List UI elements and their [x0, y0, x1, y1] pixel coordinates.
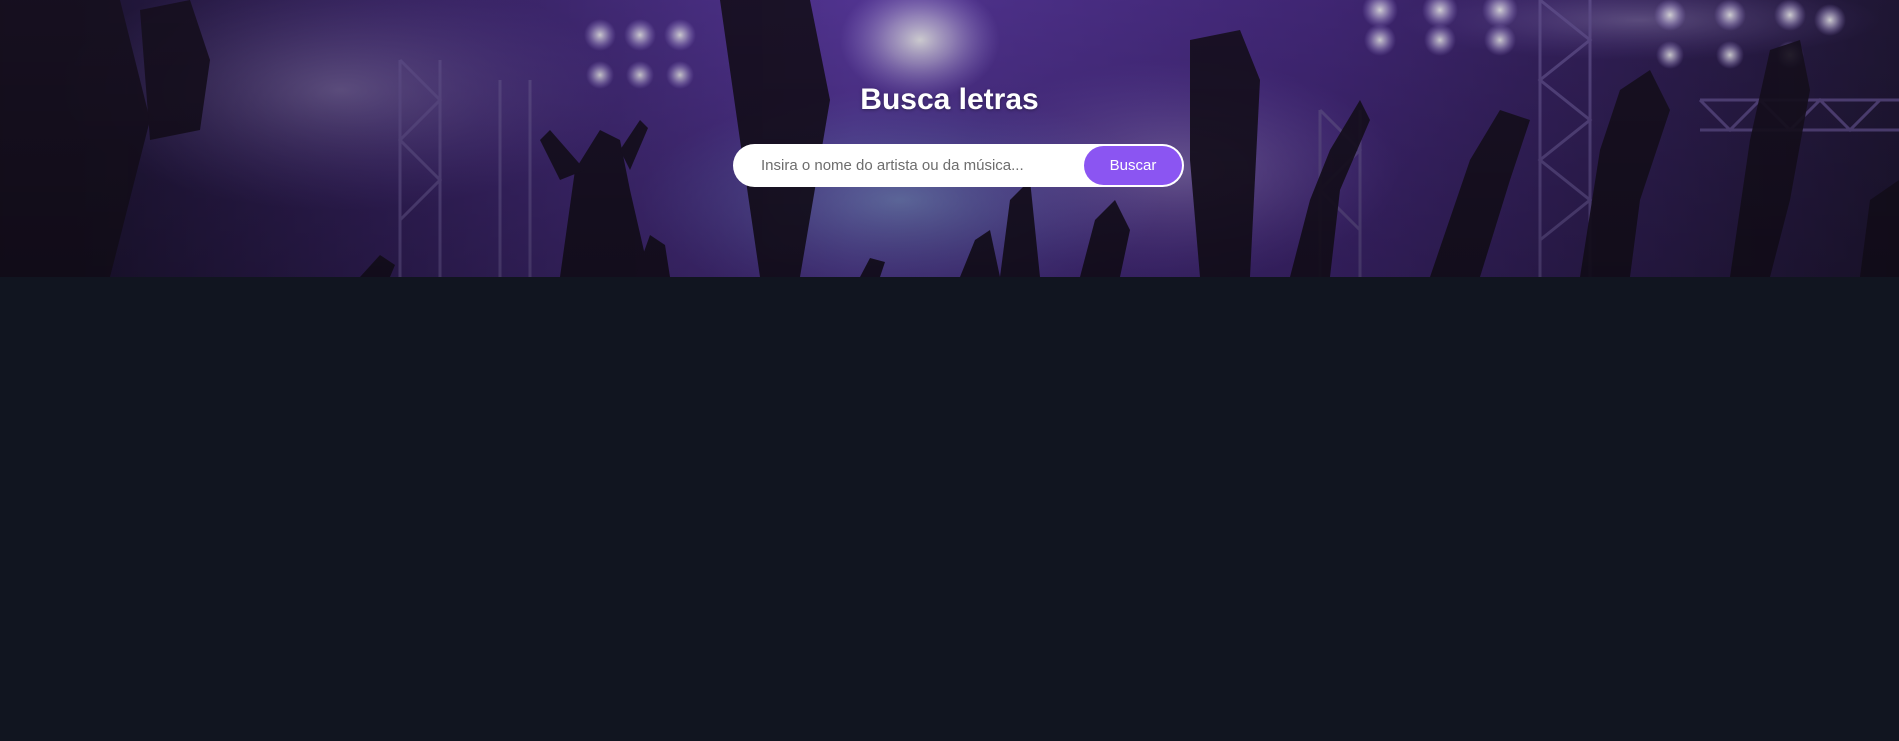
results-area — [0, 277, 1899, 741]
search-form: Buscar — [733, 144, 1184, 187]
search-button[interactable]: Buscar — [1084, 146, 1182, 185]
page-title: Busca letras — [860, 83, 1039, 116]
hero-header: Busca letras Buscar — [0, 0, 1899, 277]
search-input[interactable] — [733, 144, 1073, 187]
hero-content: Busca letras Buscar — [0, 0, 1899, 277]
